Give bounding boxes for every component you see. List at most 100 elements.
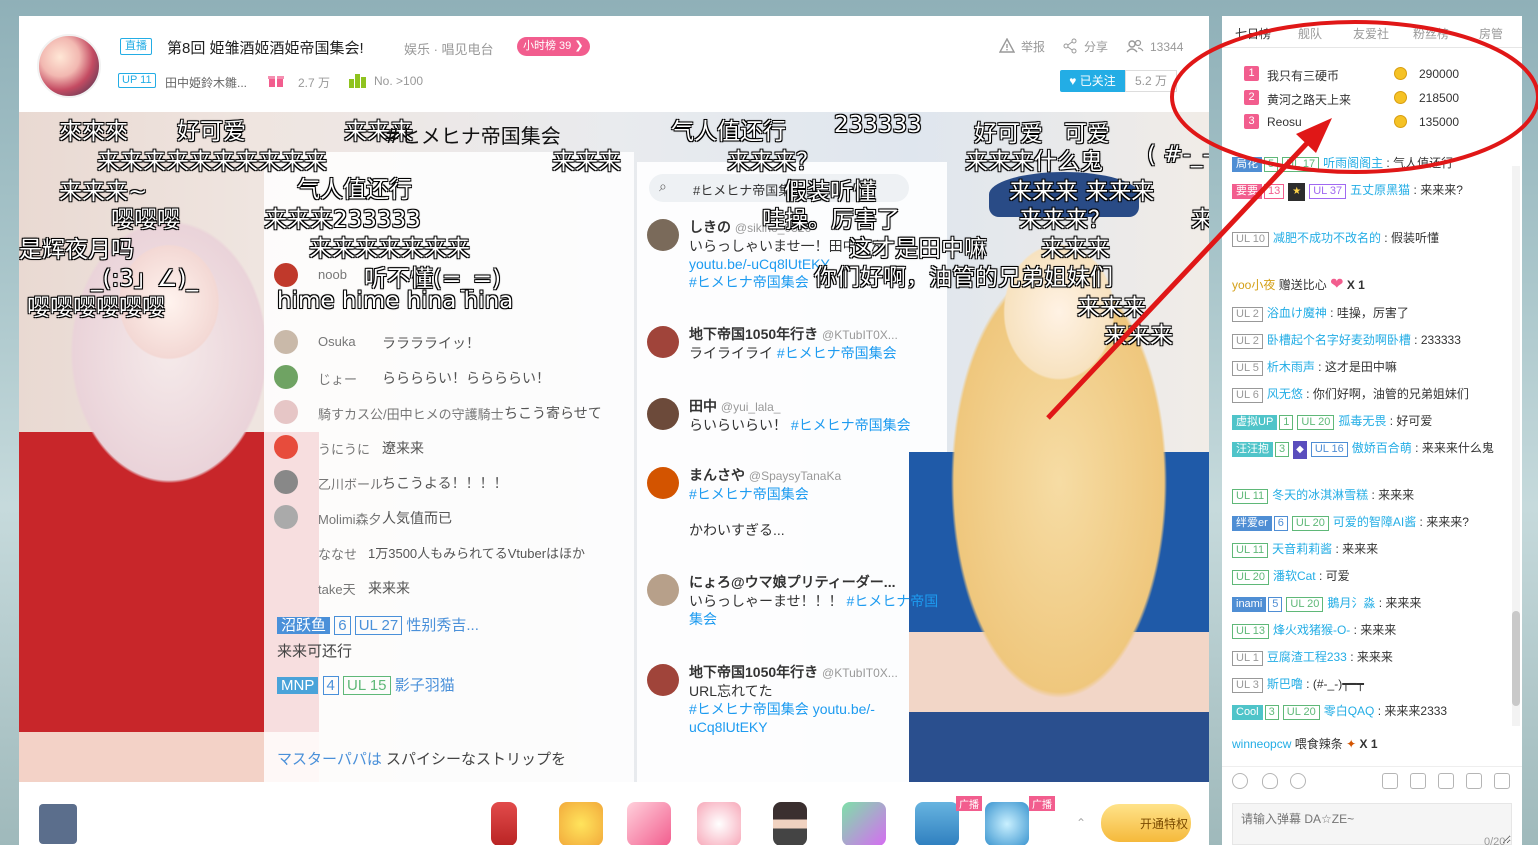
rank-text: No. >100 bbox=[374, 74, 424, 88]
fans-count: 5.2 万 bbox=[1125, 70, 1177, 92]
danmaku: hime hime hina hina bbox=[277, 288, 514, 314]
avatar bbox=[647, 326, 679, 358]
coin-icon bbox=[1394, 115, 1407, 128]
mobile-icon[interactable] bbox=[1410, 773, 1426, 789]
gift-count: 2.7 万 bbox=[298, 76, 331, 90]
edit-icon[interactable] bbox=[1466, 773, 1482, 789]
avatar bbox=[274, 330, 298, 354]
live-tag: 直播 bbox=[120, 38, 152, 55]
medal-box-icon[interactable] bbox=[39, 804, 77, 844]
room-title: 第8回 姫雏酒姬酒姫帝国集会! bbox=[167, 40, 364, 57]
avatar bbox=[274, 435, 298, 459]
rank-row[interactable]: 3 Reosu 135000 bbox=[1242, 112, 1512, 132]
overlay-chat-row: ななせ 1万3500人もみられてるVtuberはほか bbox=[318, 546, 586, 562]
paw-gift-icon[interactable] bbox=[697, 802, 741, 845]
main-panel: 直播 第8回 姫雏酒姬酒姫帝国集会! 娱乐 · 唱见电台 小时榜 39 ❯ UP… bbox=[19, 16, 1209, 845]
crystal-gift-icon[interactable] bbox=[842, 802, 886, 845]
tab-seven-day[interactable]: 七日榜 bbox=[1235, 25, 1271, 42]
chat-message: 汪汪抱 3 ◆ UL 16 傲娇百合萌 : 来来来什么鬼 bbox=[1232, 439, 1510, 459]
star-icon[interactable] bbox=[1382, 773, 1398, 789]
doll-gift-icon[interactable] bbox=[773, 802, 807, 845]
overlay-chat-row: Molimi森夕 人気值而已 bbox=[274, 501, 634, 533]
avatar bbox=[274, 365, 298, 389]
inner-chat-row: マスターパパは スパイシーなストリップを bbox=[277, 751, 567, 768]
follow-button[interactable]: ♥ 已关注 bbox=[1060, 70, 1125, 92]
danmaku: 嘤嘤嘤嘤嘤嘤 bbox=[27, 295, 165, 321]
streamer-avatar[interactable] bbox=[37, 34, 101, 98]
danmaku: 233333 bbox=[834, 112, 922, 138]
rank-bars-icon bbox=[349, 74, 366, 88]
spicy-strip-icon: ✦ bbox=[1346, 737, 1357, 751]
emoji-icon[interactable] bbox=[1232, 773, 1248, 789]
chat-message: 虚拟UP 1 UL 20 孤毒无畏 : 好可爱 bbox=[1232, 412, 1510, 430]
tab-fans[interactable]: 粉丝榜 bbox=[1413, 25, 1449, 42]
avatar bbox=[274, 400, 298, 424]
building-gift-icon[interactable] bbox=[915, 802, 959, 845]
danmaku-input[interactable] bbox=[1232, 803, 1512, 845]
warning-icon bbox=[998, 37, 1016, 53]
palette-icon[interactable] bbox=[1290, 773, 1306, 789]
overlay-chat-row: Osuka ラララライッ！ bbox=[274, 326, 634, 358]
privilege-button[interactable]: 开通特权 bbox=[1101, 804, 1191, 842]
chat-message: 绊爱er 6 UL 20 可爱的智障AI酱 : 来来来? bbox=[1232, 513, 1510, 531]
danmaku: 气人值还行 bbox=[671, 119, 786, 145]
broadcast-tag: 广播 bbox=[1029, 796, 1055, 811]
up-name[interactable]: 田中姫鈴木雛... bbox=[165, 74, 247, 91]
tab-admins[interactable]: 房管 bbox=[1479, 25, 1503, 42]
chat-message: UL 3 斯巴噜 : (#-_-)┯━┯ bbox=[1232, 675, 1510, 693]
tab-fleet[interactable]: 舰队 bbox=[1298, 25, 1322, 42]
gift-message: yoo小夜 赠送比心 ❤ X 1 bbox=[1232, 276, 1365, 293]
chat-message: UL 2 卧槽起个名字好麦劲啊卧槽 : 233333 bbox=[1232, 331, 1510, 349]
rank-row[interactable]: 2 黄河之路天上来 218500 bbox=[1242, 88, 1512, 108]
fire-icon[interactable] bbox=[1262, 773, 1278, 789]
chevron-up-icon[interactable]: ⌃ bbox=[1076, 816, 1086, 830]
danmaku: 来来来来来来来 bbox=[309, 236, 470, 262]
gift-box-icon[interactable] bbox=[1494, 773, 1510, 789]
screen-icon[interactable] bbox=[1438, 773, 1454, 789]
bilibili-link-badge: ◆ bbox=[1293, 441, 1307, 459]
chat-message: 局花 5 UL 17 听雨阁阁主 : 气人值还行 bbox=[1232, 154, 1510, 172]
viewer-count: 13344 bbox=[1126, 38, 1183, 54]
avatar bbox=[647, 219, 679, 251]
avatar bbox=[274, 470, 298, 494]
viewers-icon bbox=[1126, 39, 1144, 53]
dragon-gift-icon[interactable] bbox=[985, 802, 1029, 845]
cola-gift-icon[interactable] bbox=[491, 802, 517, 845]
inner-chat: 沼跃鱼 6 UL 27 性别秀吉... 来来可还行 MNP 4 UL 15 影子… bbox=[277, 614, 637, 769]
gift-message: winneopcw 喂食辣条 ✦ X 1 bbox=[1232, 737, 1378, 751]
char-count: 0/20 bbox=[1484, 836, 1506, 845]
love-letter-gift-icon[interactable] bbox=[627, 802, 671, 845]
room-area-link[interactable]: 娱乐 · 唱见电台 bbox=[404, 39, 494, 58]
chat-message: UL 11 冬天的冰淇淋雪糕 : 来来来 bbox=[1232, 486, 1510, 504]
danmaku: 来来来什么鬼 bbox=[965, 149, 1103, 175]
chat-message: Cool 3 UL 20 零白QAQ : 来来来2333 bbox=[1232, 702, 1510, 720]
tab-friend-club[interactable]: 友爱社 bbox=[1353, 25, 1389, 42]
chat-message: UL 6 风无悠 : 你们好啊，油管的兄弟姐妹们 bbox=[1232, 385, 1510, 403]
share-button[interactable]: 分享 bbox=[1062, 38, 1108, 55]
chat-message: inami 5 UL 20 鵝月氵淼 : 来来来 bbox=[1232, 594, 1510, 612]
danmaku: 来来来来来来来来来来 bbox=[97, 149, 327, 175]
danmaku: 气人值还行 bbox=[297, 177, 412, 203]
rank-list: 1 我只有三硬币 290000 2 黄河之路天上来 218500 3 Reosu 13500… bbox=[1222, 56, 1522, 156]
search-icon: ⌕ bbox=[659, 178, 667, 194]
danmaku: 来来来 bbox=[552, 149, 621, 175]
video-player[interactable]: ⌕ #ヒメヒナ帝国集会 noob Osuka ラララライッ！ じょー ららららい！ら… bbox=[19, 112, 1209, 782]
up-level-badge: UP 11 bbox=[118, 73, 156, 88]
overlay-chat-row: 乙川ボール ちこうよる！！！！ bbox=[274, 466, 634, 498]
heart-gift-icon: ❤ bbox=[1330, 276, 1344, 293]
report-button[interactable]: 举报 bbox=[998, 37, 1045, 55]
chat-scrollbar-thumb[interactable] bbox=[1512, 611, 1520, 706]
danmaku: 来来来 bbox=[1104, 323, 1173, 349]
avatar bbox=[274, 505, 298, 529]
chat-message: UL 13 烽火戏猪猴-O- : 来来来 bbox=[1232, 621, 1510, 639]
full-guard-badge: ★ bbox=[1288, 183, 1306, 201]
flower-gift-icon[interactable] bbox=[559, 802, 603, 845]
avatar bbox=[274, 263, 298, 287]
avatar bbox=[647, 398, 679, 430]
broadcast-tag: 广播 bbox=[956, 796, 982, 811]
chat-message: UL 2 浴血け魔神 : 哇操，厉害了 bbox=[1232, 304, 1510, 322]
rank-row[interactable]: 1 我只有三硬币 290000 bbox=[1242, 64, 1512, 84]
room-header: 直播 第8回 姫雏酒姬酒姫帝国集会! 娱乐 · 唱见电台 小时榜 39 ❯ UP… bbox=[19, 16, 1209, 112]
right-panel: 七日榜 舰队 友爱社 粉丝榜 房管 1 我只有三硬币 290000 2 黄河之路天上来… bbox=[1222, 16, 1522, 845]
hourly-rank-badge[interactable]: 小时榜 39 ❯ bbox=[517, 37, 590, 56]
